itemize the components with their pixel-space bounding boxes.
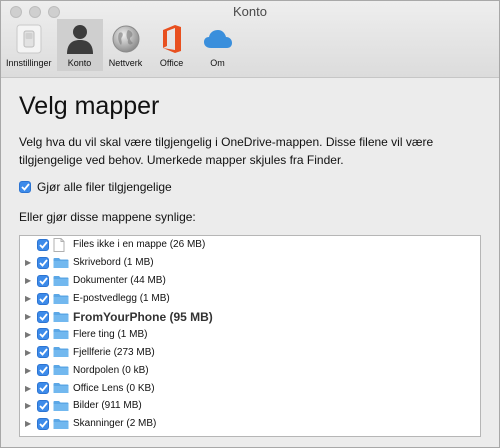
- disclosure-triangle-icon[interactable]: ▶: [25, 330, 35, 339]
- folder-icon: [53, 400, 69, 412]
- folder-name: Dokumenter (44 MB): [73, 275, 166, 287]
- folder-name: Office Lens (0 KB): [73, 382, 155, 394]
- checkmark-icon: [38, 366, 48, 375]
- disclosure-triangle-icon[interactable]: ▶: [25, 401, 35, 410]
- tab-label: Konto: [67, 58, 92, 68]
- preferences-window: Konto Innstillinger Konto Nettverk Offic…: [0, 0, 500, 448]
- checkmark-icon: [38, 420, 48, 428]
- description-text: Velg hva du vil skal være tilgjengelig i…: [19, 135, 434, 167]
- disclosure-triangle-icon[interactable]: ▶: [25, 312, 35, 321]
- folder-row: ▶ Bilder (911 MB): [20, 397, 480, 415]
- folder-checkbox[interactable]: [37, 256, 49, 269]
- folder-name: E-postvedlegg (1 MB): [73, 293, 170, 305]
- folder-icon: [53, 293, 69, 305]
- folder-name: Skanninger (2 MB): [73, 418, 157, 430]
- folder-row: ▶ Skrivebord (1 MB): [20, 254, 480, 272]
- disclosure-triangle-icon[interactable]: ▶: [25, 348, 35, 357]
- folder-icon: [53, 364, 69, 376]
- preferences-toolbar: Innstillinger Konto Nettverk Office Om: [1, 19, 241, 71]
- window-title: Konto: [233, 4, 267, 19]
- folder-icon: [53, 382, 69, 394]
- folder-checkbox[interactable]: [37, 292, 49, 305]
- disclosure-triangle-icon[interactable]: ▶: [25, 366, 35, 375]
- folder-checkbox[interactable]: [37, 399, 49, 412]
- folder-name: FromYourPhone (95 MB): [73, 309, 213, 324]
- tab-nettverk[interactable]: Nettverk: [103, 19, 149, 71]
- folder-icon: [53, 418, 69, 430]
- title-bar: Konto Innstillinger Konto Nettverk Offic…: [1, 1, 499, 78]
- checkmark-icon: [38, 277, 48, 285]
- folder-row: ▶ E-postvedlegg (1 MB): [20, 290, 480, 308]
- switch-icon: [11, 21, 47, 57]
- folder-row: Files ikke i en mappe (26 MB): [20, 236, 480, 254]
- folder-row: ▶ Flere ting (1 MB): [20, 325, 480, 343]
- disclosure-triangle-icon[interactable]: ▶: [25, 276, 35, 285]
- folder-name: Bilder (911 MB): [73, 400, 142, 412]
- visible-folders-label: Eller gjør disse mappene synlige:: [19, 210, 196, 224]
- checkmark-icon: [20, 183, 30, 191]
- tab-label: Office: [159, 58, 184, 68]
- make-all-available-label: Gjør alle filer tilgjengelige: [37, 180, 172, 194]
- folder-checkbox[interactable]: [37, 274, 49, 287]
- folder-name: Nordpolen (0 kB): [73, 364, 149, 376]
- folder-icon: [53, 328, 69, 340]
- folder-row: ▶ Fjellferie (273 MB): [20, 343, 480, 361]
- folder-row: ▶ Dokumenter (44 MB): [20, 272, 480, 290]
- checkmark-icon: [38, 348, 48, 357]
- checkmark-icon: [38, 384, 48, 392]
- tab-office[interactable]: Office: [149, 19, 195, 71]
- disclosure-triangle-icon[interactable]: ▶: [25, 384, 35, 393]
- folder-row: ▶ FromYourPhone (95 MB): [20, 308, 480, 326]
- folder-row: ▶ Office Lens (0 KB): [20, 379, 480, 397]
- folder-row: ▶ Skanninger (2 MB): [20, 415, 480, 433]
- document-icon: [53, 237, 69, 252]
- folder-checkbox[interactable]: [37, 328, 49, 341]
- tab-innstillinger[interactable]: Innstillinger: [1, 19, 57, 71]
- folder-icon: [53, 346, 69, 358]
- checkmark-icon: [38, 295, 48, 303]
- folder-row: ▶ Nordpolen (0 kB): [20, 361, 480, 379]
- tab-label: Innstillinger: [6, 58, 52, 68]
- checkmark-icon: [38, 241, 48, 249]
- folder-icon: [53, 257, 69, 269]
- folder-checkbox[interactable]: [37, 364, 49, 377]
- checkmark-icon: [38, 259, 48, 267]
- tab-label: Nettverk: [108, 58, 143, 68]
- folder-name: Files ikke i en mappe (26 MB): [73, 239, 206, 251]
- tab-label: Om: [210, 58, 225, 68]
- folder-checkbox[interactable]: [37, 417, 49, 430]
- folder-checkbox[interactable]: [37, 238, 49, 251]
- disclosure-triangle-icon[interactable]: ▶: [25, 294, 35, 303]
- account-pane: Velg mapper Velg hva du vil skal være ti…: [1, 78, 499, 447]
- tab-konto[interactable]: Konto: [56, 19, 103, 71]
- make-all-available-checkbox[interactable]: [19, 181, 31, 193]
- globe-icon: [108, 21, 144, 57]
- folder-checkbox[interactable]: [37, 310, 49, 323]
- folder-name: Skrivebord (1 MB): [73, 257, 154, 269]
- folder-list[interactable]: Files ikke i en mappe (26 MB) ▶ Skrivebo…: [19, 235, 481, 437]
- tab-om[interactable]: Om: [195, 19, 241, 71]
- disclosure-triangle-icon[interactable]: ▶: [25, 258, 35, 267]
- folder-checkbox[interactable]: [37, 346, 49, 359]
- person-icon: [62, 21, 98, 57]
- folder-icon: [53, 275, 69, 287]
- folder-name: Flere ting (1 MB): [73, 328, 148, 340]
- office-icon: [154, 21, 190, 57]
- checkmark-icon: [38, 402, 48, 410]
- folder-checkbox[interactable]: [37, 382, 49, 395]
- cloud-icon: [200, 21, 236, 57]
- disclosure-triangle-icon[interactable]: ▶: [25, 419, 35, 428]
- checkmark-icon: [38, 330, 48, 339]
- page-title: Velg mapper: [19, 92, 160, 120]
- folder-icon: [53, 311, 69, 323]
- checkmark-icon: [38, 312, 48, 321]
- make-all-available-option: Gjør alle filer tilgjengelige: [19, 180, 172, 194]
- folder-name: Fjellferie (273 MB): [73, 346, 155, 358]
